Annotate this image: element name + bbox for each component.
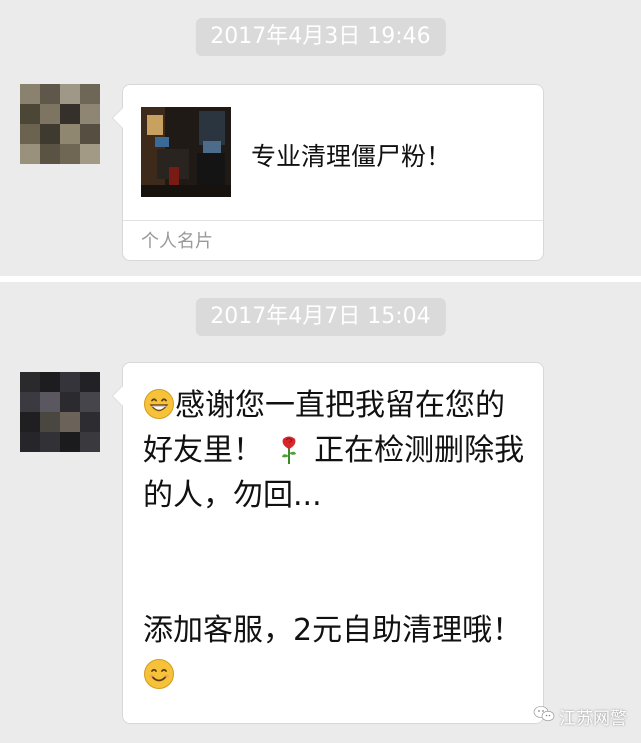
message-text: 感谢您一直把我留在您的 好友里！ 正在检测删除我 的人，勿回... 添加客服，2…: [143, 383, 533, 698]
message-text-line-4: 的人，勿回...: [143, 478, 322, 513]
business-card-bubble[interactable]: 专业清理僵尸粉！ 个人名片: [112, 84, 544, 261]
card-thumbnail: [141, 107, 231, 197]
watermark: 江苏网警: [533, 704, 627, 729]
grinning-face-icon: [143, 388, 175, 420]
chat-panel-bottom: 2017年4月7日 15:04 感谢您一直把我留在您的 好友里！ 正在检测删除我…: [0, 282, 641, 743]
message-text-line-5: 添加客服，2元自助清理哦！: [143, 613, 523, 648]
sender-avatar[interactable]: [20, 372, 100, 452]
sender-avatar[interactable]: [20, 84, 100, 164]
card-thumbnail-image: [141, 107, 231, 197]
message-text-line-3: 正在检测删除我: [314, 433, 525, 468]
card-type-label: 个人名片: [141, 231, 213, 252]
message-text-line-2: 好友里！: [143, 433, 263, 468]
message-line: 感谢您一直把我留在您的: [143, 383, 533, 428]
message-line: 添加客服，2元自助清理哦！: [143, 608, 533, 653]
watermark-text: 江苏网警: [559, 709, 627, 729]
card-divider: [123, 220, 543, 221]
message-timestamp: 2017年4月7日 15:04: [195, 298, 446, 336]
text-message-bubble[interactable]: 感谢您一直把我留在您的 好友里！ 正在检测删除我 的人，勿回... 添加客服，2…: [112, 362, 544, 724]
smiling-face-icon: [143, 658, 175, 690]
message-timestamp: 2017年4月3日 19:46: [195, 18, 446, 56]
message-line: 的人，勿回...: [143, 473, 533, 518]
message-line: [143, 653, 533, 698]
message-text-line-1: 感谢您一直把我留在您的: [175, 388, 505, 423]
wechat-logo-icon: [533, 705, 555, 728]
rose-icon: [273, 433, 305, 465]
chat-panel-top: 2017年4月3日 19:46 专业清理僵尸粉！ 个人名片: [0, 0, 641, 276]
card-name: 专业清理僵尸粉！: [251, 142, 452, 171]
message-line: 好友里！ 正在检测删除我: [143, 428, 533, 473]
